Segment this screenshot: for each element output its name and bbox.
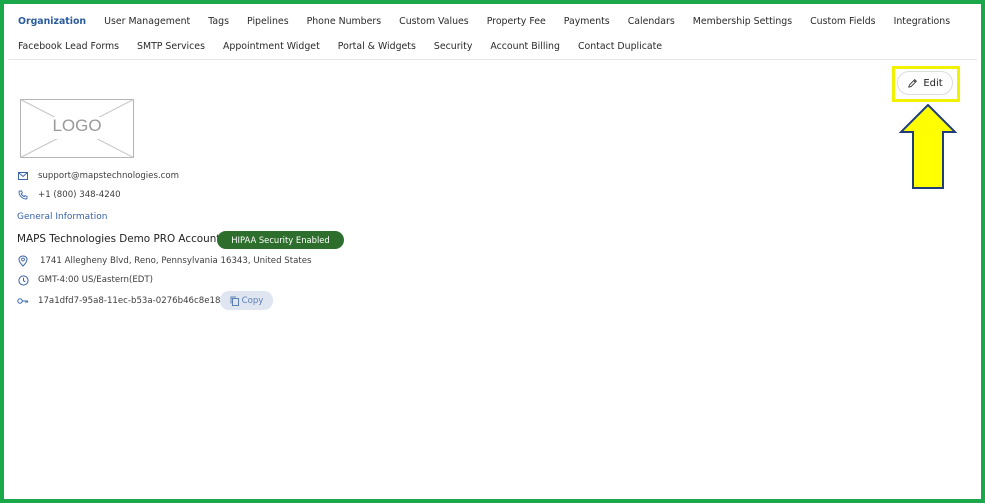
tab-payments[interactable]: Payments [564,14,610,30]
tab-row-1: Organization User Management Tags Pipeli… [18,14,950,30]
location-pin-icon [17,255,29,267]
email-row: support@mapstechnologies.com [17,170,179,182]
timezone-text: GMT-4:00 US/Eastern(EDT) [38,275,153,285]
tab-smtp-services[interactable]: SMTP Services [137,39,205,55]
mail-icon [17,170,29,182]
tab-appointment-widget[interactable]: Appointment Widget [223,39,320,55]
edit-button[interactable]: Edit [897,71,953,95]
tab-calendars[interactable]: Calendars [628,14,675,30]
tab-pipelines[interactable]: Pipelines [247,14,289,30]
tab-portal-widgets[interactable]: Portal & Widgets [338,39,416,55]
tab-integrations[interactable]: Integrations [894,14,951,30]
account-id-text: 17a1dfd7-95a8-11ec-b53a-0276b46c8e18 [38,296,221,306]
copy-label: Copy [241,295,264,306]
tab-custom-fields[interactable]: Custom Fields [810,14,875,30]
tabs-divider [8,59,977,60]
pencil-icon [907,78,918,89]
account-name: MAPS Technologies Demo PRO Account [17,233,221,245]
key-icon [17,295,29,307]
logo-placeholder: LOGO [20,99,134,158]
tab-organization[interactable]: Organization [18,14,86,30]
phone-icon [17,189,29,201]
timezone-row: GMT-4:00 US/Eastern(EDT) [17,274,153,286]
edit-label: Edit [923,77,943,89]
annotation-arrow [899,104,957,189]
address-row: 1741 Allegheny Blvd, Reno, Pennsylvania … [17,255,312,267]
account-id-row: 17a1dfd7-95a8-11ec-b53a-0276b46c8e18 [17,295,220,307]
tab-phone-numbers[interactable]: Phone Numbers [307,14,382,30]
app-frame: Organization User Management Tags Pipeli… [0,0,985,503]
tab-security[interactable]: Security [434,39,473,55]
tab-membership-settings[interactable]: Membership Settings [693,14,792,30]
tab-row-2: Facebook Lead Forms SMTP Services Appoin… [18,39,662,55]
hipaa-badge: HIPAA Security Enabled [217,231,344,249]
tab-contact-duplicate[interactable]: Contact Duplicate [578,39,662,55]
phone-text: +1 (800) 348-4240 [38,190,121,200]
email-text: support@mapstechnologies.com [38,171,180,181]
tab-account-billing[interactable]: Account Billing [490,39,560,55]
phone-row: +1 (800) 348-4240 [17,189,121,201]
tab-facebook-lead-forms[interactable]: Facebook Lead Forms [18,39,119,55]
address-text: 1741 Allegheny Blvd, Reno, Pennsylvania … [40,256,312,266]
tab-tags[interactable]: Tags [208,14,229,30]
tab-user-management[interactable]: User Management [104,14,190,30]
tab-property-fee[interactable]: Property Fee [487,14,546,30]
copy-button[interactable]: Copy [220,291,273,310]
clock-icon [17,274,29,286]
tab-custom-values[interactable]: Custom Values [399,14,469,30]
logo-text: LOGO [52,116,102,135]
copy-icon [230,296,239,306]
general-info-title: General Information [17,212,108,222]
